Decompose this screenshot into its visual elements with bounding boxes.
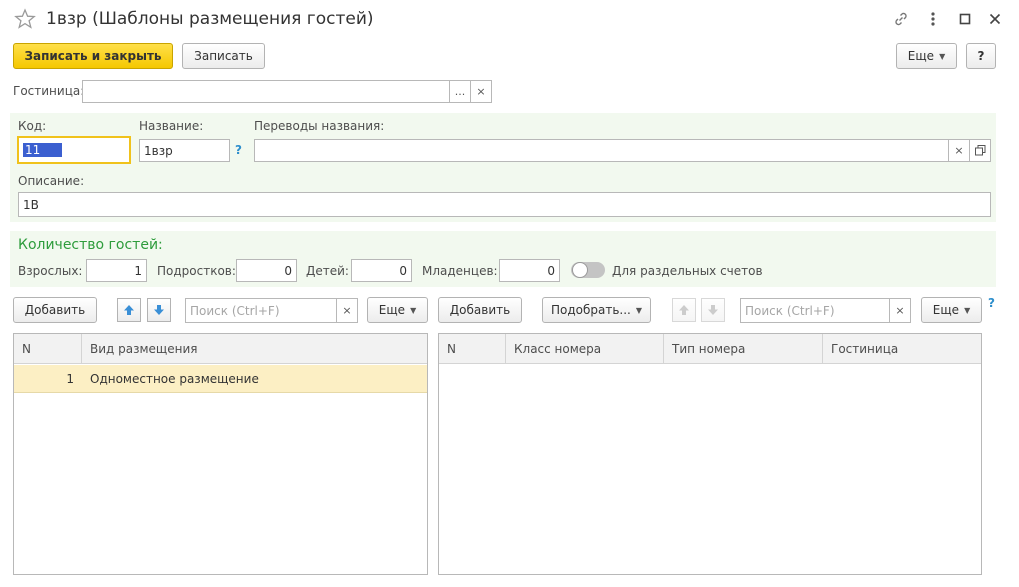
hotel-clear-button[interactable]: ×: [470, 80, 492, 103]
infants-input[interactable]: 0: [499, 259, 560, 282]
column-header-n[interactable]: N: [439, 334, 506, 364]
pick-button-label: Подобрать...: [550, 303, 631, 317]
close-icon[interactable]: [984, 8, 1006, 30]
adults-input[interactable]: 1: [86, 259, 147, 282]
left-more-button[interactable]: Еще ▼: [367, 297, 428, 323]
arrow-up-icon: [124, 305, 134, 315]
right-more-label: Еще: [932, 303, 960, 317]
children-input[interactable]: 0: [351, 259, 412, 282]
table-header: N Класс номера Тип номера Гостиница: [439, 334, 981, 364]
right-search-clear-icon[interactable]: ×: [889, 298, 911, 323]
column-header-hotel[interactable]: Гостиница: [823, 334, 981, 364]
arrow-up-icon: [679, 305, 689, 315]
name-input[interactable]: 1взр: [139, 139, 230, 162]
hotel-select-button[interactable]: ...: [449, 80, 471, 103]
caret-down-icon: ▼: [964, 305, 971, 315]
arrow-down-icon: [154, 305, 164, 315]
column-header-n[interactable]: N: [14, 334, 82, 364]
column-header-room-type[interactable]: Тип номера: [664, 334, 823, 364]
left-more-label: Еще: [378, 303, 406, 317]
row-placement-type: Одноместное размещение: [90, 372, 259, 386]
translations-label: Переводы названия:: [254, 119, 385, 133]
window-title: 1взр (Шаблоны размещения гостей): [46, 9, 374, 29]
right-add-button[interactable]: Добавить: [438, 297, 522, 323]
arrow-down-icon: [708, 305, 718, 315]
hotel-input[interactable]: [82, 80, 450, 103]
move-down-button[interactable]: [147, 298, 171, 322]
hotel-label: Гостиница:: [13, 84, 85, 98]
link-icon[interactable]: [890, 8, 912, 30]
guests-section-title: Количество гостей:: [18, 237, 163, 253]
caret-down-icon: ▼: [410, 305, 417, 315]
save-and-close-button[interactable]: Записать и закрыть: [13, 43, 173, 69]
move-up-button[interactable]: [117, 298, 141, 322]
code-label: Код:: [18, 119, 47, 133]
row-n: 1: [66, 372, 74, 386]
translations-input[interactable]: [254, 139, 949, 162]
placement-types-table[interactable]: N Вид размещения 1 Одноместное размещени…: [13, 333, 428, 575]
name-label: Название:: [139, 119, 204, 133]
right-help-icon[interactable]: ?: [988, 296, 995, 310]
favorite-star-icon[interactable]: [14, 8, 36, 30]
help-button[interactable]: ?: [966, 43, 996, 69]
separate-accounts-toggle[interactable]: [571, 262, 605, 278]
right-more-button[interactable]: Еще ▼: [921, 297, 982, 323]
name-help-icon[interactable]: ?: [235, 143, 242, 157]
pick-button[interactable]: Подобрать... ▼: [542, 297, 651, 323]
code-input[interactable]: 11: [17, 136, 131, 164]
left-add-button[interactable]: Добавить: [13, 297, 97, 323]
right-move-down-button[interactable]: [701, 298, 725, 322]
column-header-placement-type[interactable]: Вид размещения: [82, 334, 427, 364]
code-value: 11: [23, 143, 63, 157]
more-button[interactable]: Еще ▼: [896, 43, 957, 69]
save-button[interactable]: Записать: [182, 43, 265, 69]
right-move-up-button[interactable]: [672, 298, 696, 322]
column-header-room-class[interactable]: Класс номера: [506, 334, 664, 364]
right-search-placeholder: Поиск (Ctrl+F): [745, 303, 835, 318]
right-search-input[interactable]: Поиск (Ctrl+F): [740, 298, 890, 323]
translations-clear-icon[interactable]: ×: [948, 139, 970, 162]
separate-accounts-label: Для раздельных счетов: [612, 264, 763, 278]
caret-down-icon: ▼: [635, 305, 643, 315]
left-search-clear-icon[interactable]: ×: [336, 298, 358, 323]
toggle-knob: [572, 262, 588, 278]
children-label: Детей:: [306, 264, 349, 278]
teens-input[interactable]: 0: [236, 259, 297, 282]
more-button-label: Еще: [907, 49, 935, 63]
teens-label: Подростков:: [157, 264, 236, 278]
adults-label: Взрослых:: [18, 264, 83, 278]
more-vertical-icon[interactable]: [922, 8, 944, 30]
description-input[interactable]: 1В: [18, 192, 991, 217]
maximize-icon[interactable]: [954, 8, 976, 30]
table-row[interactable]: 1 Одноместное размещение: [14, 365, 427, 393]
table-header: N Вид размещения: [14, 334, 427, 364]
translations-open-icon[interactable]: [969, 139, 991, 162]
left-search-input[interactable]: Поиск (Ctrl+F): [185, 298, 337, 323]
infants-label: Младенцев:: [422, 264, 498, 278]
left-search-placeholder: Поиск (Ctrl+F): [190, 303, 280, 318]
description-label: Описание:: [18, 174, 85, 188]
caret-down-icon: ▼: [939, 51, 946, 61]
rooms-table[interactable]: N Класс номера Тип номера Гостиница: [438, 333, 982, 575]
